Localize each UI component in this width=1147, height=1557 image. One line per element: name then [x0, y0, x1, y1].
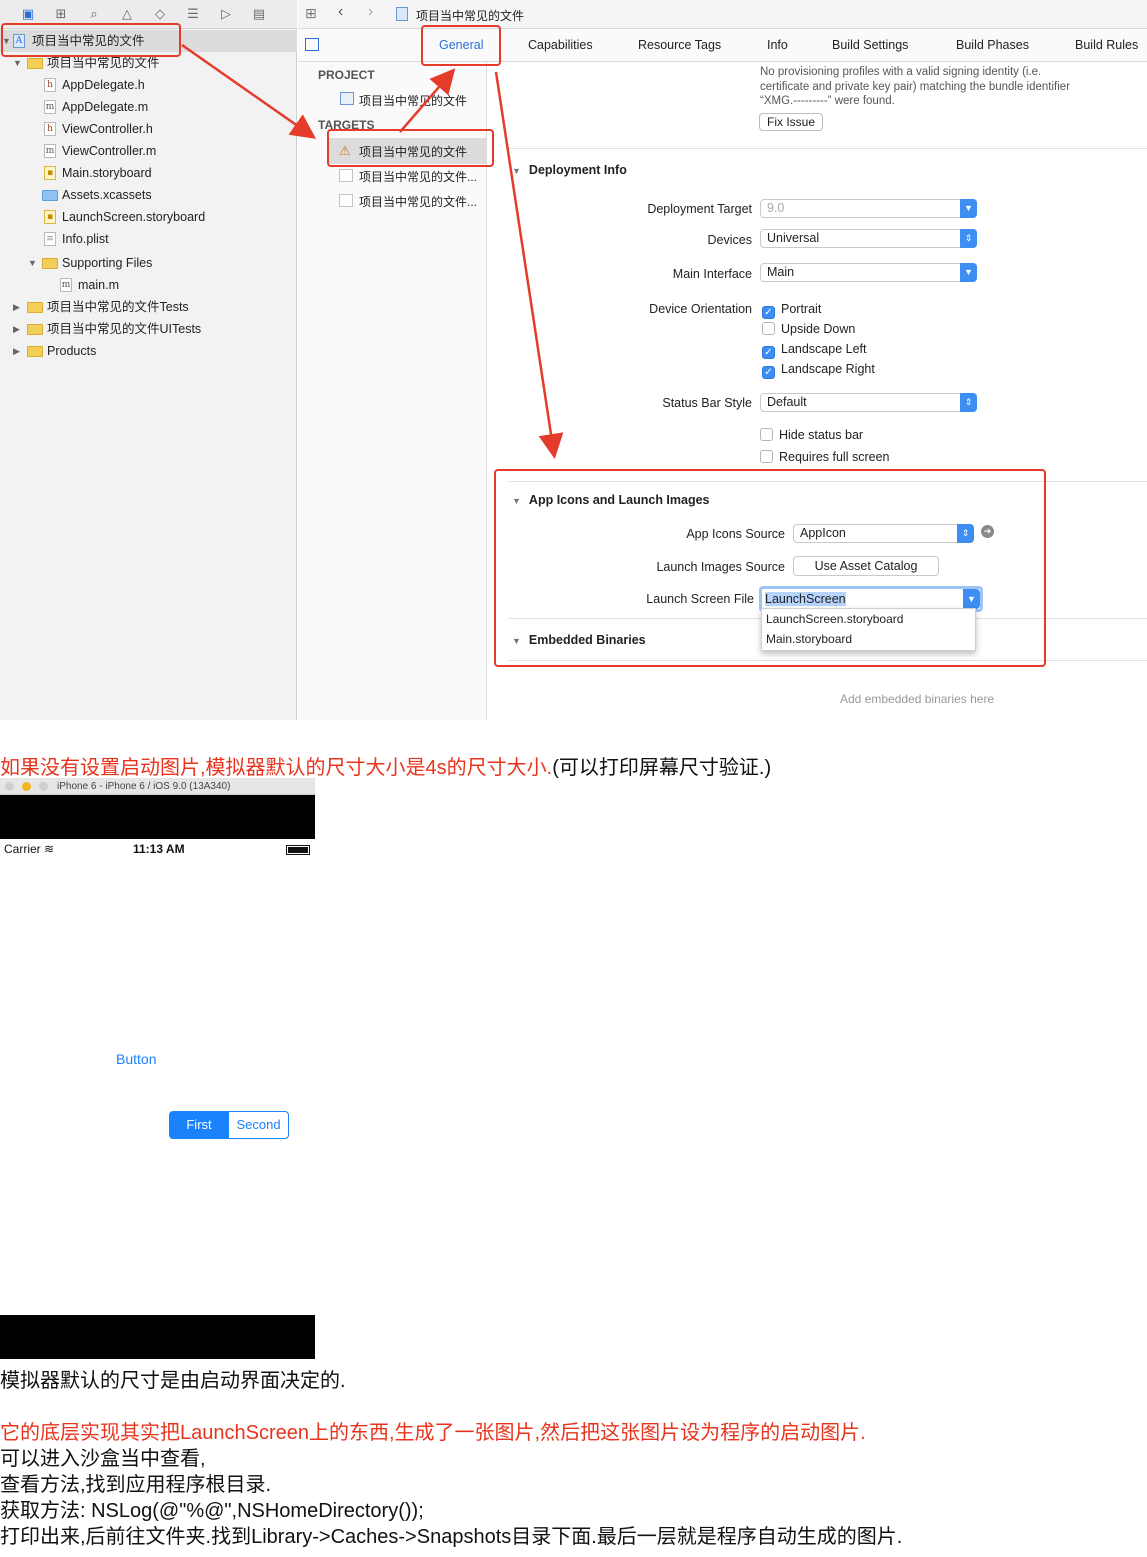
- wifi-icon: ≋: [44, 842, 55, 856]
- segment-second[interactable]: Second: [228, 1111, 289, 1139]
- xcode-window: ▣ ⊞ ⌕ △ ◇ ☰ ▷ ▤ ▼ A 项目当中常见的文件 ▼ 项目当中常见的文…: [0, 0, 1147, 720]
- zoom-dot-icon[interactable]: [39, 782, 48, 791]
- caption-line-4: 可以进入沙盒当中查看,: [0, 1448, 206, 1470]
- caption-line-2: 模拟器默认的尺寸是由启动界面决定的.: [0, 1370, 346, 1392]
- letterbox-bottom: [0, 1315, 315, 1359]
- arrow-target-to-general: [399, 68, 456, 133]
- caption-line-6: 获取方法: NSLog(@"%@",NSHomeDirectory());: [0, 1500, 424, 1522]
- minimize-dot-icon[interactable]: [22, 782, 31, 791]
- status-time: 11:13 AM: [133, 842, 185, 856]
- carrier-text: Carrier: [4, 842, 41, 856]
- dropdown-option[interactable]: Main.storyboard: [766, 632, 852, 646]
- simulator-title: iPhone 6 - iPhone 6 / iOS 9.0 (13A340): [57, 781, 231, 792]
- status-carrier: Carrier ≋: [4, 842, 54, 856]
- caption-text: (可以打印屏幕尺寸验证.): [552, 757, 772, 779]
- caption-line-3: 它的底层实现其实把LaunchScreen上的东西,生成了一张图片,然后把这张图…: [0, 1422, 866, 1444]
- arrow-project-to-target: [181, 43, 317, 139]
- caption-line-7: 打印出来,后前往文件夹.找到Library->Caches->Snapshots…: [0, 1526, 903, 1548]
- close-dot-icon[interactable]: [5, 782, 14, 791]
- dropdown-option[interactable]: LaunchScreen.storyboard: [766, 612, 903, 626]
- caption-line-1: 如果没有设置启动图片,模拟器默认的尺寸大小是4s的尺寸大小.(可以打印屏幕尺寸验…: [0, 751, 771, 780]
- caption-red-text: 如果没有设置启动图片,模拟器默认的尺寸大小是4s的尺寸大小.: [0, 757, 553, 779]
- battery-icon: [286, 845, 310, 855]
- simulator-screenshot: iPhone 6 - iPhone 6 / iOS 9.0 (13A340) C…: [0, 778, 315, 1359]
- button[interactable]: Button: [116, 1051, 156, 1067]
- arrow-general-to-app-icons: [494, 71, 564, 459]
- segment-first[interactable]: First: [169, 1111, 229, 1139]
- caption-line-5: 查看方法,找到应用程序根目录.: [0, 1474, 272, 1496]
- launch-screen-dropdown: LaunchScreen.storyboard Main.storyboard: [761, 608, 976, 651]
- simulator-titlebar: iPhone 6 - iPhone 6 / iOS 9.0 (13A340): [0, 778, 315, 795]
- letterbox-top: [0, 795, 315, 839]
